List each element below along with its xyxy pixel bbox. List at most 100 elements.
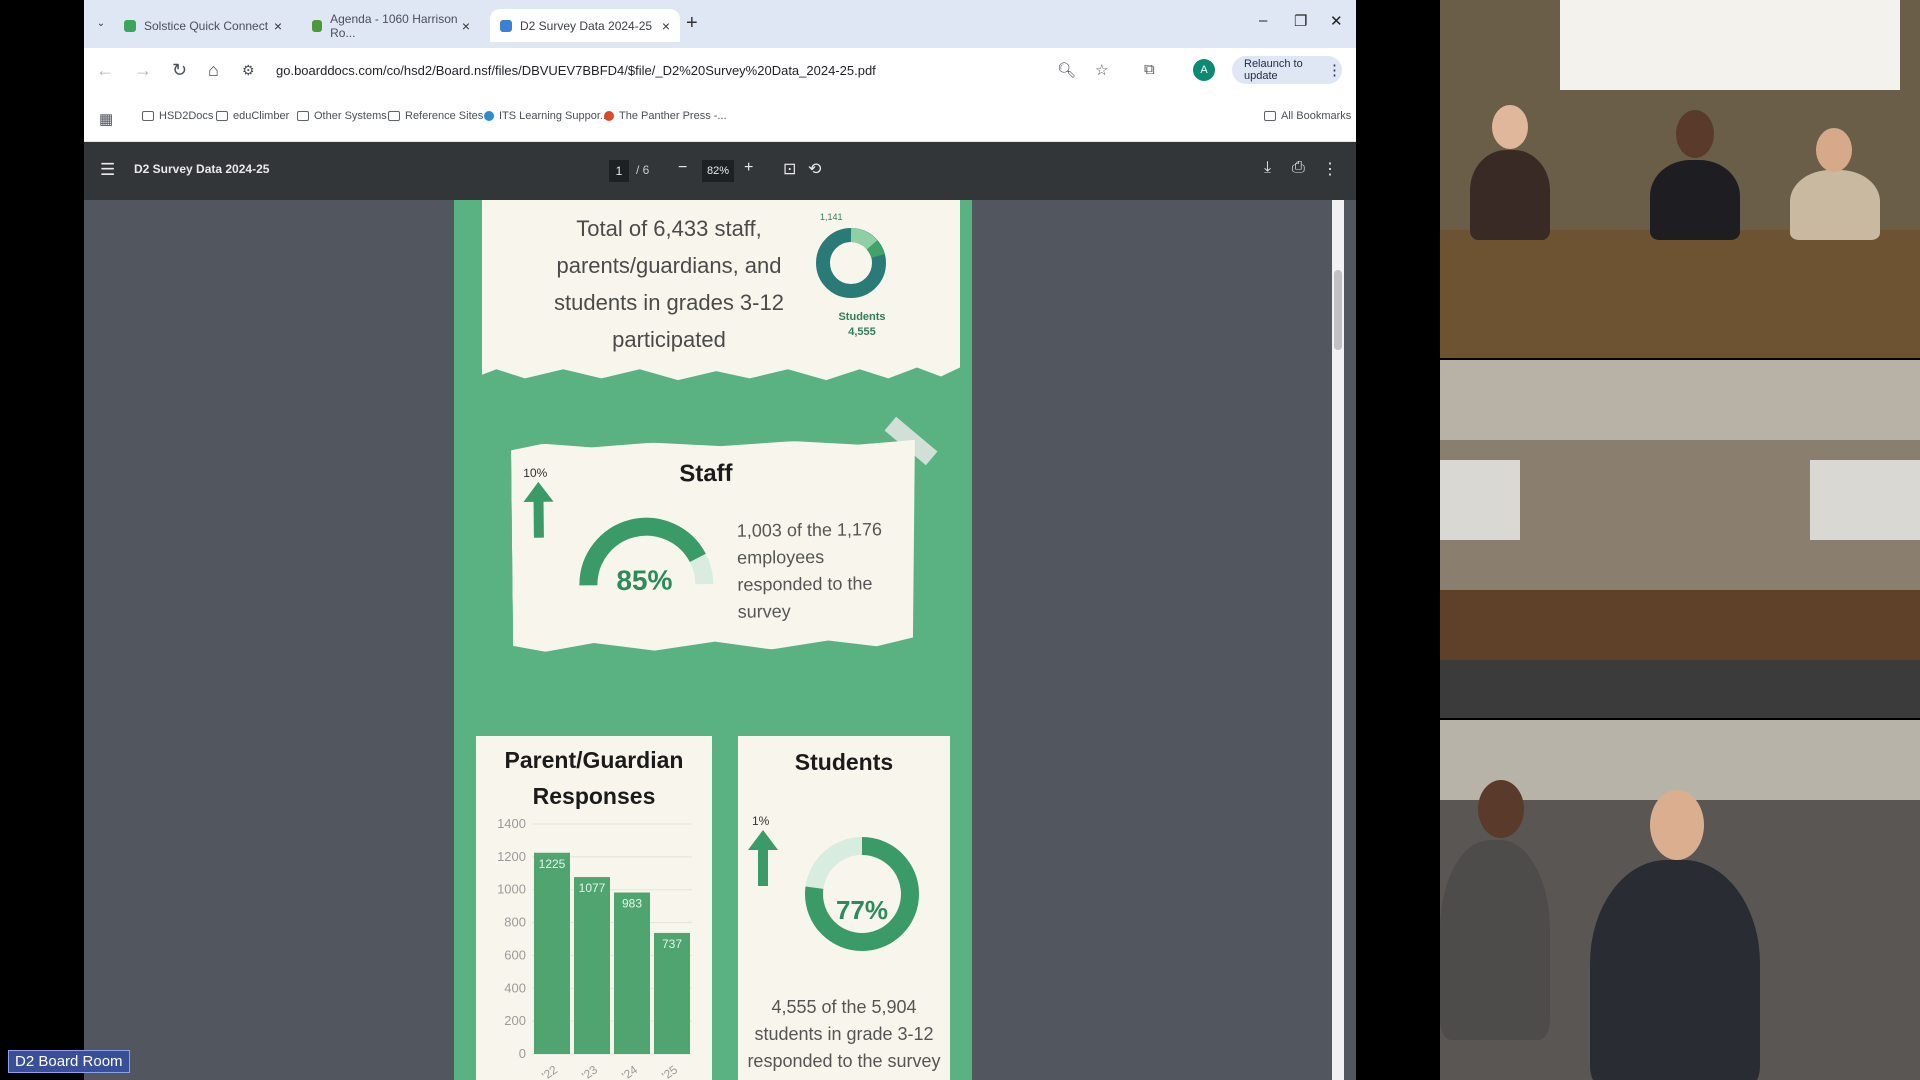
ceiling xyxy=(1440,360,1920,440)
x-tick-label: '25 xyxy=(659,1062,680,1080)
back-icon[interactable]: ← xyxy=(96,60,114,81)
up-arrow-icon xyxy=(748,830,778,886)
zoom-search-icon[interactable]: 🔍︎ xyxy=(1057,61,1076,79)
page-number-input[interactable]: 1 xyxy=(609,160,629,182)
bookmark-folder[interactable]: HSD2Docs xyxy=(142,110,213,122)
students-card: Students 1% 77% 4,555 of the 5,904 stude… xyxy=(738,736,950,1080)
pdf-favicon-icon xyxy=(500,19,512,32)
bar xyxy=(654,932,690,1054)
x-tick-label: '22 xyxy=(539,1062,560,1080)
students-ring xyxy=(805,837,919,951)
projection-screen xyxy=(1560,0,1900,90)
board-member-head xyxy=(1816,128,1852,172)
wall-screen xyxy=(1440,460,1520,540)
relaunch-button[interactable]: Relaunch to update ⋮ xyxy=(1232,56,1342,84)
bar-value-label: 1225 xyxy=(539,857,566,871)
staff-rate: 85% xyxy=(616,564,673,597)
y-tick-label: 400 xyxy=(504,980,526,995)
home-icon[interactable]: ⌂ xyxy=(208,60,219,81)
seated-person-head xyxy=(1478,780,1524,838)
folder-icon xyxy=(142,111,154,121)
close-tab-icon[interactable]: × xyxy=(462,18,470,34)
tab-title: Agenda - 1060 Harrison Ro... xyxy=(330,11,458,40)
bar xyxy=(614,892,650,1054)
tab-search-icon[interactable]: ⌄ xyxy=(92,14,110,32)
bookmark-link[interactable]: The Panther Press -... xyxy=(604,110,727,122)
bookmark-label: HSD2Docs xyxy=(159,110,214,122)
staff-card: Staff 10% 85% 1,003 of the 1,176 employe… xyxy=(511,440,917,652)
parent-card: Parent/Guardian Responses 0 200 400 600 800 1… xyxy=(476,736,712,1080)
rotate-icon[interactable]: ⟲ xyxy=(808,159,821,179)
page-count: / 6 xyxy=(636,163,650,177)
wall-screen xyxy=(1810,460,1920,540)
folder-icon xyxy=(297,111,309,121)
reload-icon[interactable]: ↻ xyxy=(172,60,187,81)
up-arrow-icon xyxy=(523,482,554,538)
total-pages: 6 xyxy=(642,163,650,177)
site-info-icon[interactable]: ⚙ xyxy=(242,62,264,79)
print-icon[interactable]: ⎙ xyxy=(1292,159,1305,177)
apps-grid-icon[interactable]: ▦ xyxy=(99,110,113,128)
participation-card: Total of 6,433 staff, parents/guardians,… xyxy=(482,200,960,381)
screen: ⌄ Solstice Quick Connect × Agenda - 1060… xyxy=(0,0,1920,1080)
board-member xyxy=(1790,170,1880,240)
extensions-icon[interactable]: ⧉ xyxy=(1144,61,1155,78)
close-window-icon[interactable]: ✕ xyxy=(1330,12,1343,30)
speaker xyxy=(1590,860,1760,1080)
pdf-more-icon[interactable]: ⋮ xyxy=(1322,159,1338,179)
students-description: 4,555 of the 5,904 students in grade 3-1… xyxy=(747,997,941,1071)
tab-solstice[interactable]: Solstice Quick Connect × xyxy=(114,9,292,42)
board-member-head xyxy=(1676,110,1714,158)
profile-avatar[interactable]: A xyxy=(1193,59,1215,81)
bookmark-link[interactable]: ITS Learning Suppor... xyxy=(484,110,609,122)
forward-icon[interactable]: → xyxy=(134,60,152,81)
parent-responses-chart: 0 200 400 600 800 1000 1200 1400 1225 '22 1077 '23 9… xyxy=(497,818,692,1080)
bookmark-star-icon[interactable]: ☆ xyxy=(1095,61,1108,79)
bookmark-label: Reference Sites xyxy=(405,110,484,122)
address-toolbar: ← → ↻ ⌂ ⚙ go.boarddocs.com/co/hsd2/Board… xyxy=(84,48,1356,94)
bookmark-label: eduClimber xyxy=(233,110,290,122)
fit-page-icon[interactable]: ⊡ xyxy=(783,159,796,179)
close-tab-icon[interactable]: × xyxy=(274,18,282,34)
bookmark-folder[interactable]: Reference Sites xyxy=(388,110,483,122)
all-bookmarks[interactable]: All Bookmarks xyxy=(1264,110,1351,122)
pdf-document-title: D2 Survey Data 2024-25 xyxy=(134,162,270,176)
pdf-toolbar: ☰ D2 Survey Data 2024-25 1 / 6 − 82% + ⊡… xyxy=(84,142,1356,200)
tab-survey-pdf[interactable]: D2 Survey Data 2024-25 × xyxy=(490,9,680,42)
bookmark-label: The Panther Press -... xyxy=(619,110,727,122)
bar-value-label: 1077 xyxy=(579,881,606,895)
seated-person xyxy=(1440,840,1550,1040)
download-icon[interactable]: ⤓ xyxy=(1264,159,1271,177)
restore-icon[interactable]: ❐ xyxy=(1294,12,1307,30)
bookmark-folder[interactable]: Other Systems xyxy=(297,110,387,122)
staff-increase: 10% xyxy=(523,465,548,480)
donut-segment xyxy=(850,228,878,250)
more-menu-icon[interactable]: ⋮ xyxy=(1327,61,1342,79)
participation-donut: 1,141 xyxy=(816,212,886,298)
folder-icon xyxy=(388,111,400,121)
bar xyxy=(534,852,570,1054)
zoom-out-icon[interactable]: − xyxy=(678,159,687,177)
zoom-input[interactable]: 82% xyxy=(702,160,734,182)
minimize-icon[interactable]: – xyxy=(1259,12,1267,29)
y-tick-label: 0 xyxy=(519,1046,526,1061)
students-rate: 77% xyxy=(835,895,889,925)
students-title: Students xyxy=(794,749,894,775)
bookmark-label: All Bookmarks xyxy=(1281,110,1352,122)
scrollbar-thumb[interactable] xyxy=(1334,270,1342,350)
bookmark-folder[interactable]: eduClimber xyxy=(216,110,289,122)
browser-window: ⌄ Solstice Quick Connect × Agenda - 1060… xyxy=(84,0,1356,1080)
close-tab-icon[interactable]: × xyxy=(662,18,670,34)
dais-desk xyxy=(1440,590,1920,660)
pdf-scrollbar[interactable] xyxy=(1332,200,1344,1080)
address-bar[interactable]: ⚙ go.boarddocs.com/co/hsd2/Board.nsf/fil… xyxy=(242,54,1142,87)
tab-agenda[interactable]: Agenda - 1060 Harrison Ro... × xyxy=(302,9,480,42)
y-tick-label: 600 xyxy=(504,947,526,962)
tab-title: D2 Survey Data 2024-25 xyxy=(520,18,653,33)
pdf-menu-icon[interactable]: ☰ xyxy=(100,160,115,180)
zoom-in-icon[interactable]: + xyxy=(744,159,753,177)
pdf-page: Total of 6,433 staff, parents/guardians,… xyxy=(454,200,972,1080)
new-tab-icon[interactable]: + xyxy=(686,12,698,35)
tab-strip: ⌄ Solstice Quick Connect × Agenda - 1060… xyxy=(84,0,1356,48)
donut-segment xyxy=(866,240,885,259)
